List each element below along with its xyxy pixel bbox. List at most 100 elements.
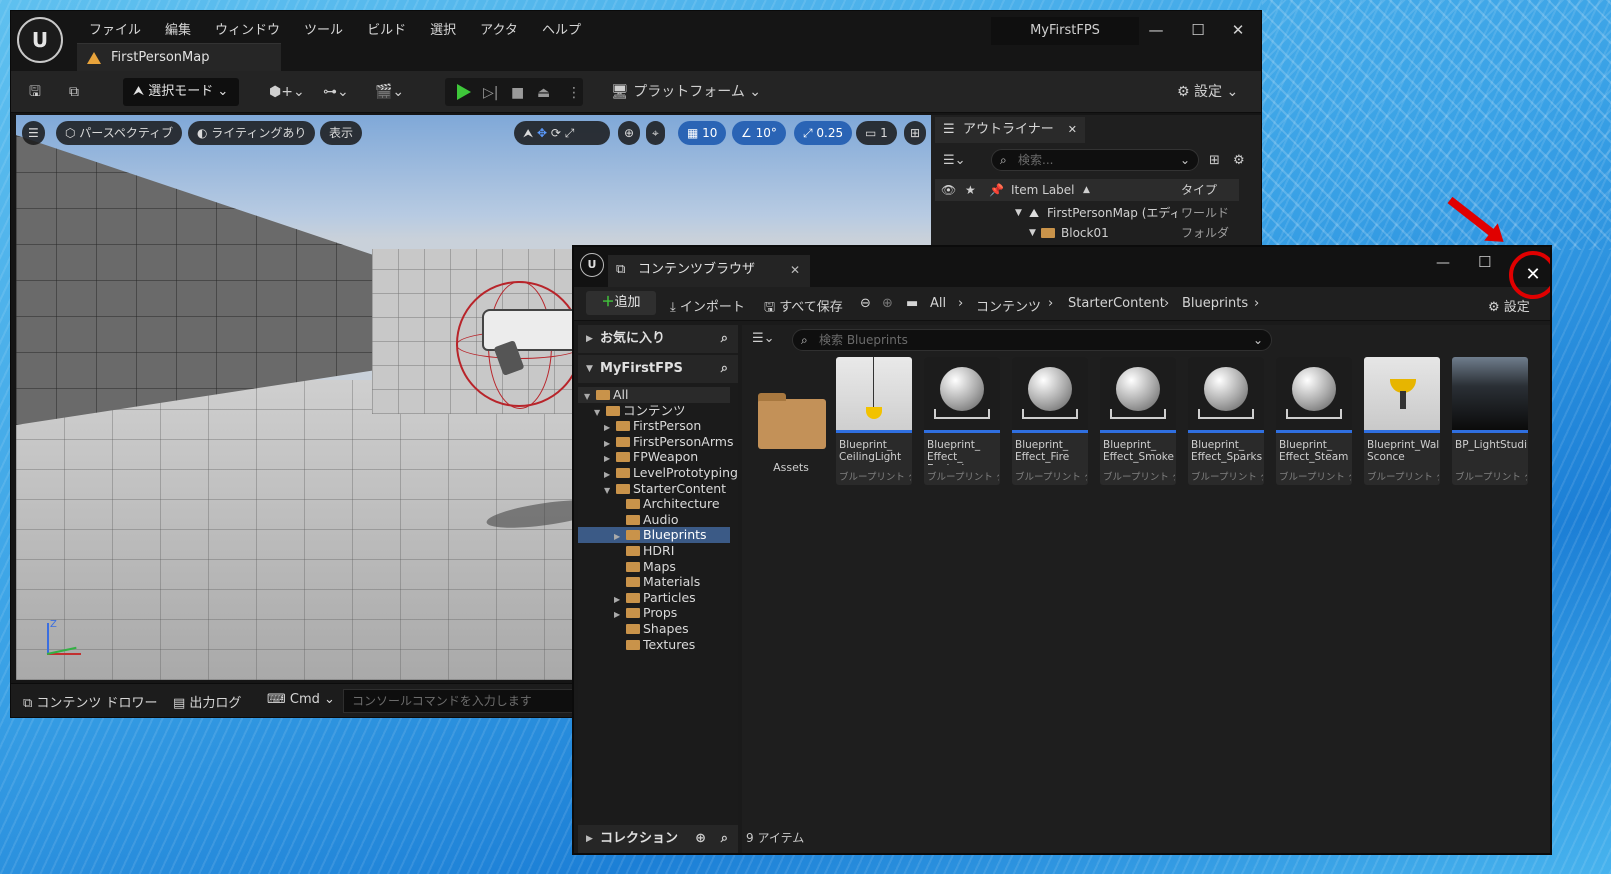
gear-icon[interactable]: ⚙ — [1233, 153, 1245, 168]
platform-button[interactable]: 🖥 プラットフォーム ⌄ — [611, 81, 761, 103]
asset-tile[interactable]: Blueprint_ Effect_ Explosion ブループリント ク... — [924, 357, 1000, 485]
show-button[interactable]: 表示 — [320, 121, 363, 145]
folder-icon[interactable]: ▬ — [906, 296, 918, 311]
save-icon[interactable]: 🖫 — [29, 81, 41, 103]
chevron-down-icon[interactable]: ▼ — [1029, 223, 1036, 243]
settings-button[interactable]: ⚙ 設定 — [1488, 296, 1530, 315]
chevron-down-icon[interactable]: ▼ — [1015, 203, 1022, 223]
tab-outliner[interactable]: ☰ アウトライナー ✕ — [935, 117, 1085, 143]
tree-item[interactable]: ▼ All — [578, 387, 730, 403]
content-drawer-button[interactable]: ⧉ コンテンツ ドロワー — [23, 692, 158, 711]
eye-icon[interactable]: 👁 — [941, 179, 956, 201]
tree-item[interactable]: Architecture — [578, 496, 730, 512]
chevron-down-icon[interactable]: ⌄ — [1180, 150, 1190, 170]
outliner-row[interactable]: ▼ ⛰ FirstPersonMap (エディ ワールド — [935, 203, 1239, 223]
tree-item[interactable]: ▶ FirstPersonArms — [578, 434, 733, 450]
import-button[interactable]: ⤓ インポート — [670, 296, 745, 315]
transform-tools[interactable]: ⮝ ✥ ⟳ ⤢ — [514, 121, 610, 145]
menu-item[interactable]: ファイル — [77, 17, 153, 40]
tree-item[interactable]: ▶ FPWeapon — [578, 449, 730, 465]
chevron-right-icon[interactable]: › — [1048, 296, 1053, 311]
filter-icon[interactable]: ☰⌄ — [752, 331, 775, 346]
maximize-icon[interactable]: ☐ — [1185, 19, 1211, 41]
chevron-down-icon[interactable]: ⌄ — [1253, 330, 1263, 350]
asset-tile[interactable]: Blueprint_ Effect_Fire ブループリント ク... — [1012, 357, 1088, 485]
add-button[interactable]: ＋追加 — [586, 291, 656, 315]
stop-icon[interactable]: ■ — [511, 85, 524, 101]
menu-item[interactable]: ビルド — [355, 17, 418, 40]
menu-item[interactable]: ヘルプ — [530, 17, 593, 40]
asset-search-input[interactable]: ⌕ 検索 Blueprints ⌄ — [792, 329, 1272, 351]
close-icon[interactable]: ✕ — [790, 255, 800, 285]
tab-firstpersonmap[interactable]: FirstPersonMap — [77, 43, 281, 71]
save-all-button[interactable]: 🖫 すべて保存 — [764, 296, 843, 320]
asset-tile[interactable]: Blueprint_ CeilingLight ブループリント ク... — [836, 357, 912, 485]
console-input[interactable]: コンソールコマンドを入力します — [343, 689, 583, 713]
filter-icon[interactable]: ☰⌄ — [943, 153, 966, 168]
add-actor-icon[interactable]: ⬢+⌄ — [269, 81, 305, 103]
tree-item[interactable]: Audio — [578, 512, 730, 528]
select-mode-button[interactable]: ⮝ 選択モード ⌄ — [123, 78, 239, 106]
asset-tile[interactable]: Blueprint_Wall Sconce ブループリント ク... — [1364, 357, 1440, 485]
col-type[interactable]: タイプ — [1181, 179, 1217, 201]
menu-item[interactable]: アクタ — [468, 17, 530, 40]
surface-snap-icon[interactable]: ⌖ — [646, 121, 665, 145]
project-header[interactable]: ▼ MyFirstFPS ⌕ — [578, 355, 738, 383]
maximize-icon[interactable]: ☐ — [1478, 253, 1491, 271]
close-icon[interactable]: ✕ — [1068, 117, 1077, 143]
tree-item[interactable]: ▶ Props — [578, 605, 730, 621]
blueprint-icon[interactable]: ⊶⌄ — [323, 81, 349, 103]
breadcrumb-all[interactable]: All — [930, 296, 946, 311]
add-folder-icon[interactable]: ⊞ — [1209, 153, 1220, 168]
back-icon[interactable]: ⊖ — [860, 296, 871, 311]
tree-item[interactable]: ▶ Particles — [578, 590, 730, 606]
tree-item[interactable]: Maps — [578, 559, 730, 575]
add-collection-icon[interactable]: ⊕ — [695, 825, 706, 853]
tree-item[interactable]: Shapes — [578, 621, 730, 637]
menu-item[interactable]: ツール — [292, 17, 355, 40]
world-icon[interactable]: ⊕ — [618, 121, 641, 145]
outliner-search-input[interactable]: ⌕ 検索... ⌄ — [991, 149, 1199, 171]
tree-item[interactable]: Materials — [578, 574, 730, 590]
content-browser-icon[interactable]: ⧉ — [69, 81, 79, 103]
settings-button[interactable]: ⚙ 設定 ⌄ — [1177, 81, 1238, 103]
menu-item[interactable]: 選択 — [418, 17, 468, 40]
play-icon[interactable] — [457, 84, 471, 100]
scale-snap-button[interactable]: ⤢ 0.25 — [794, 121, 853, 145]
more-icon[interactable]: ⋮ — [567, 85, 581, 101]
tree-item[interactable]: ▶ FirstPerson — [578, 418, 730, 434]
search-icon[interactable]: ⌕ — [721, 325, 728, 353]
tab-content-browser[interactable]: ⧉ コンテンツブラウザ ✕ — [608, 255, 810, 287]
minimize-icon[interactable]: — — [1143, 19, 1169, 41]
viewport-menu-icon[interactable]: ☰ — [22, 121, 45, 145]
minimize-icon[interactable]: — — [1436, 255, 1450, 271]
tree-item[interactable]: ▼ StarterContent — [578, 481, 730, 497]
breadcrumb-startercontent[interactable]: StarterContent — [1068, 296, 1165, 311]
asset-tile[interactable]: Blueprint_ Effect_Smoke ブループリント ク... — [1100, 357, 1176, 485]
camera-speed-button[interactable]: ▭ 1 — [856, 121, 897, 145]
tree-item[interactable]: ▶ LevelPrototyping — [578, 465, 738, 481]
grid-snap-button[interactable]: ▦ 10 — [678, 121, 727, 145]
output-log-button[interactable]: ▤ 出力ログ — [173, 692, 241, 711]
asset-tile[interactable]: Blueprint_ Effect_Sparks ブループリント ク... — [1188, 357, 1264, 485]
cinematics-icon[interactable]: 🎬⌄ — [375, 81, 404, 103]
asset-tile[interactable]: BP_LightStudio ブループリント ク... — [1452, 357, 1528, 485]
angle-snap-button[interactable]: ∠ 10° — [732, 121, 786, 145]
cb-close-button[interactable]: ✕ — [1509, 251, 1550, 299]
chevron-right-icon[interactable]: › — [1164, 296, 1169, 311]
pin-icon[interactable]: 📌 — [989, 179, 1004, 201]
col-item-label[interactable]: Item Label — [1011, 179, 1075, 201]
asset-folder[interactable]: Assets — [746, 357, 830, 485]
breadcrumb-blueprints[interactable]: Blueprints — [1182, 296, 1248, 311]
cmd-button[interactable]: ⌨ Cmd ⌄ — [267, 692, 335, 707]
tree-item[interactable]: ▼ コンテンツ — [578, 403, 730, 419]
star-icon[interactable]: ★ — [965, 179, 976, 201]
menu-item[interactable]: 編集 — [153, 17, 203, 40]
tree-item[interactable]: ▶ Blueprints — [578, 527, 730, 544]
close-icon[interactable]: ✕ — [1225, 19, 1251, 41]
lighting-button[interactable]: ◐ ライティングあり — [188, 121, 316, 145]
collections-header[interactable]: ▶ コレクション ⊕ ⌕ — [578, 825, 738, 853]
layout-icon[interactable]: ⊞ — [904, 121, 927, 145]
eject-icon[interactable]: ⏏ — [537, 85, 550, 101]
favorites-header[interactable]: ▶ お気に入り ⌕ — [578, 325, 738, 353]
